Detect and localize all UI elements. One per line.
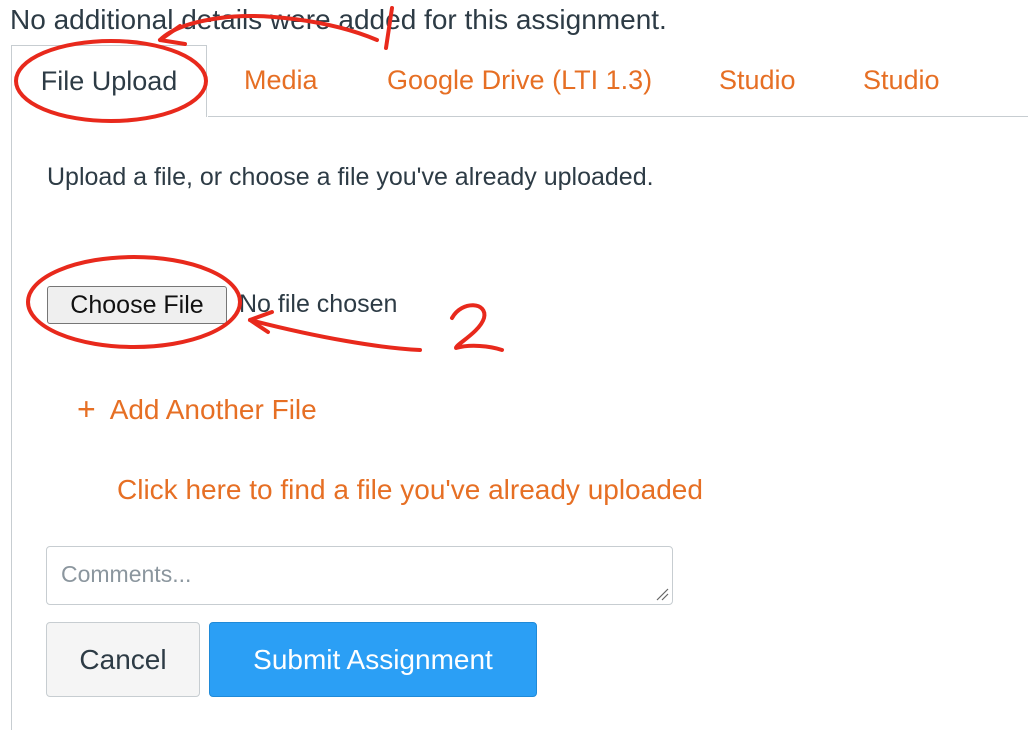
- submit-assignment-button[interactable]: Submit Assignment: [209, 622, 537, 697]
- tab-google-drive[interactable]: Google Drive (LTI 1.3): [387, 65, 652, 96]
- panel-border: [11, 116, 12, 730]
- comments-field[interactable]: [46, 546, 673, 605]
- cancel-button[interactable]: Cancel: [46, 622, 200, 697]
- choose-file-button[interactable]: Choose File: [47, 286, 227, 324]
- resize-grip-icon[interactable]: [655, 587, 669, 601]
- tab-file-upload[interactable]: File Upload: [11, 45, 207, 117]
- assignment-details-text: No additional details were added for thi…: [10, 4, 667, 35]
- upload-instructions: Upload a file, or choose a file you've a…: [47, 163, 654, 191]
- find-uploaded-file-link[interactable]: Click here to find a file you've already…: [117, 474, 703, 506]
- add-another-file-label: Add Another File: [109, 394, 317, 425]
- tab-divider: [208, 116, 1028, 117]
- tab-studio-1[interactable]: Studio: [719, 65, 796, 96]
- add-another-file-link[interactable]: + Add Another File: [77, 390, 317, 427]
- tab-media[interactable]: Media: [244, 65, 318, 96]
- tab-studio-2[interactable]: Studio: [863, 65, 940, 96]
- annotation-arrow-2: [248, 318, 422, 352]
- submission-tabs: File Upload Media Google Drive (LTI 1.3)…: [11, 45, 1028, 117]
- annotation-number-2: [450, 303, 504, 352]
- plus-icon: +: [77, 391, 96, 427]
- tab-file-upload-label: File Upload: [40, 66, 178, 96]
- file-status: No file chosen: [239, 290, 398, 318]
